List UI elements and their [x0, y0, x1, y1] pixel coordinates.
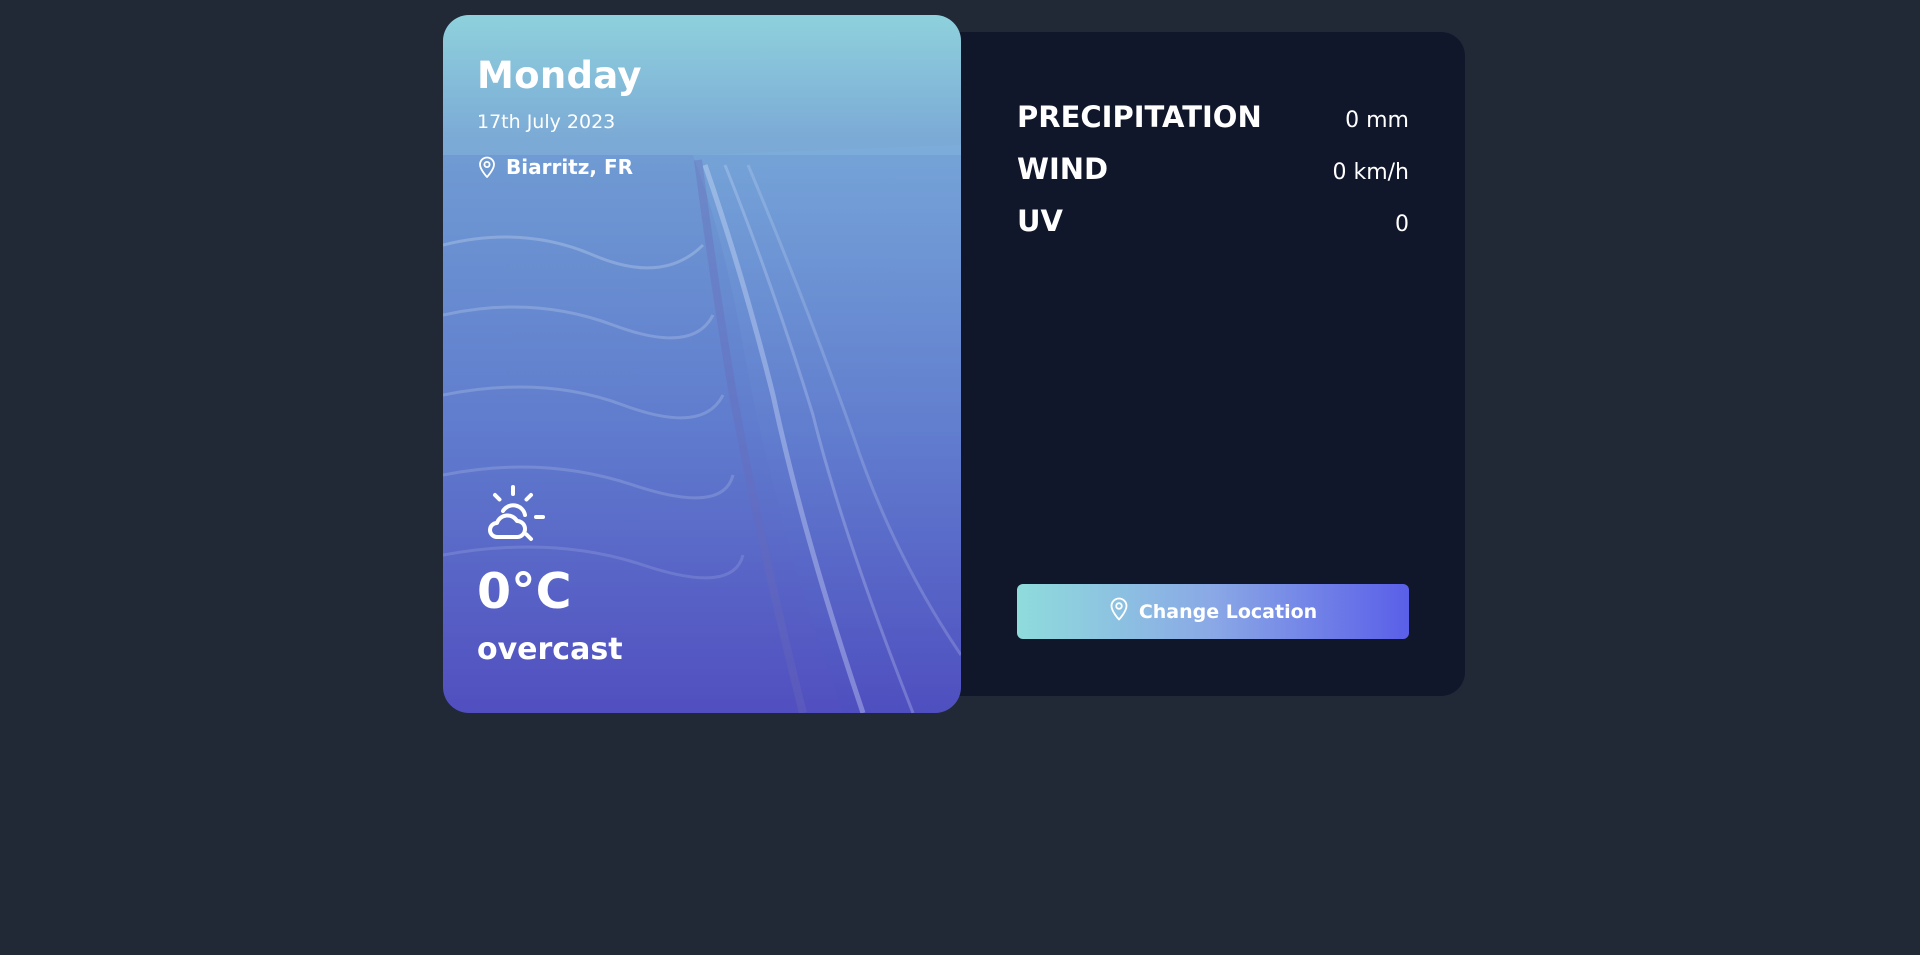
sun-behind-cloud-icon — [481, 485, 545, 547]
weather-condition: overcast — [477, 632, 623, 667]
weather-card: Monday 17th July 2023 Biarritz, FR 0°C o… — [443, 15, 961, 713]
date-text: 17th July 2023 — [477, 111, 616, 133]
precipitation-row: PRECIPITATION 0 mm — [1017, 100, 1409, 134]
precipitation-value: 0 mm — [1345, 108, 1409, 133]
location-row: Biarritz, FR — [477, 155, 633, 179]
wind-label: WIND — [1017, 152, 1109, 186]
precipitation-label: PRECIPITATION — [1017, 100, 1262, 134]
map-pin-icon — [477, 156, 497, 178]
day-name: Monday — [477, 54, 642, 97]
weather-app: Monday 17th July 2023 Biarritz, FR 0°C o… — [443, 15, 1465, 715]
weather-details-panel: PRECIPITATION 0 mm WIND 0 km/h UV 0 Chan… — [948, 32, 1465, 696]
map-pin-icon — [1109, 597, 1129, 626]
uv-value: 0 — [1395, 212, 1409, 237]
uv-row: UV 0 — [1017, 204, 1409, 238]
temperature: 0°C — [477, 563, 572, 620]
location-name: Biarritz, FR — [506, 155, 634, 179]
change-location-button[interactable]: Change Location — [1017, 584, 1409, 639]
change-location-label: Change Location — [1138, 600, 1318, 623]
uv-label: UV — [1017, 204, 1063, 238]
wind-row: WIND 0 km/h — [1017, 152, 1409, 186]
wind-value: 0 km/h — [1332, 160, 1409, 185]
